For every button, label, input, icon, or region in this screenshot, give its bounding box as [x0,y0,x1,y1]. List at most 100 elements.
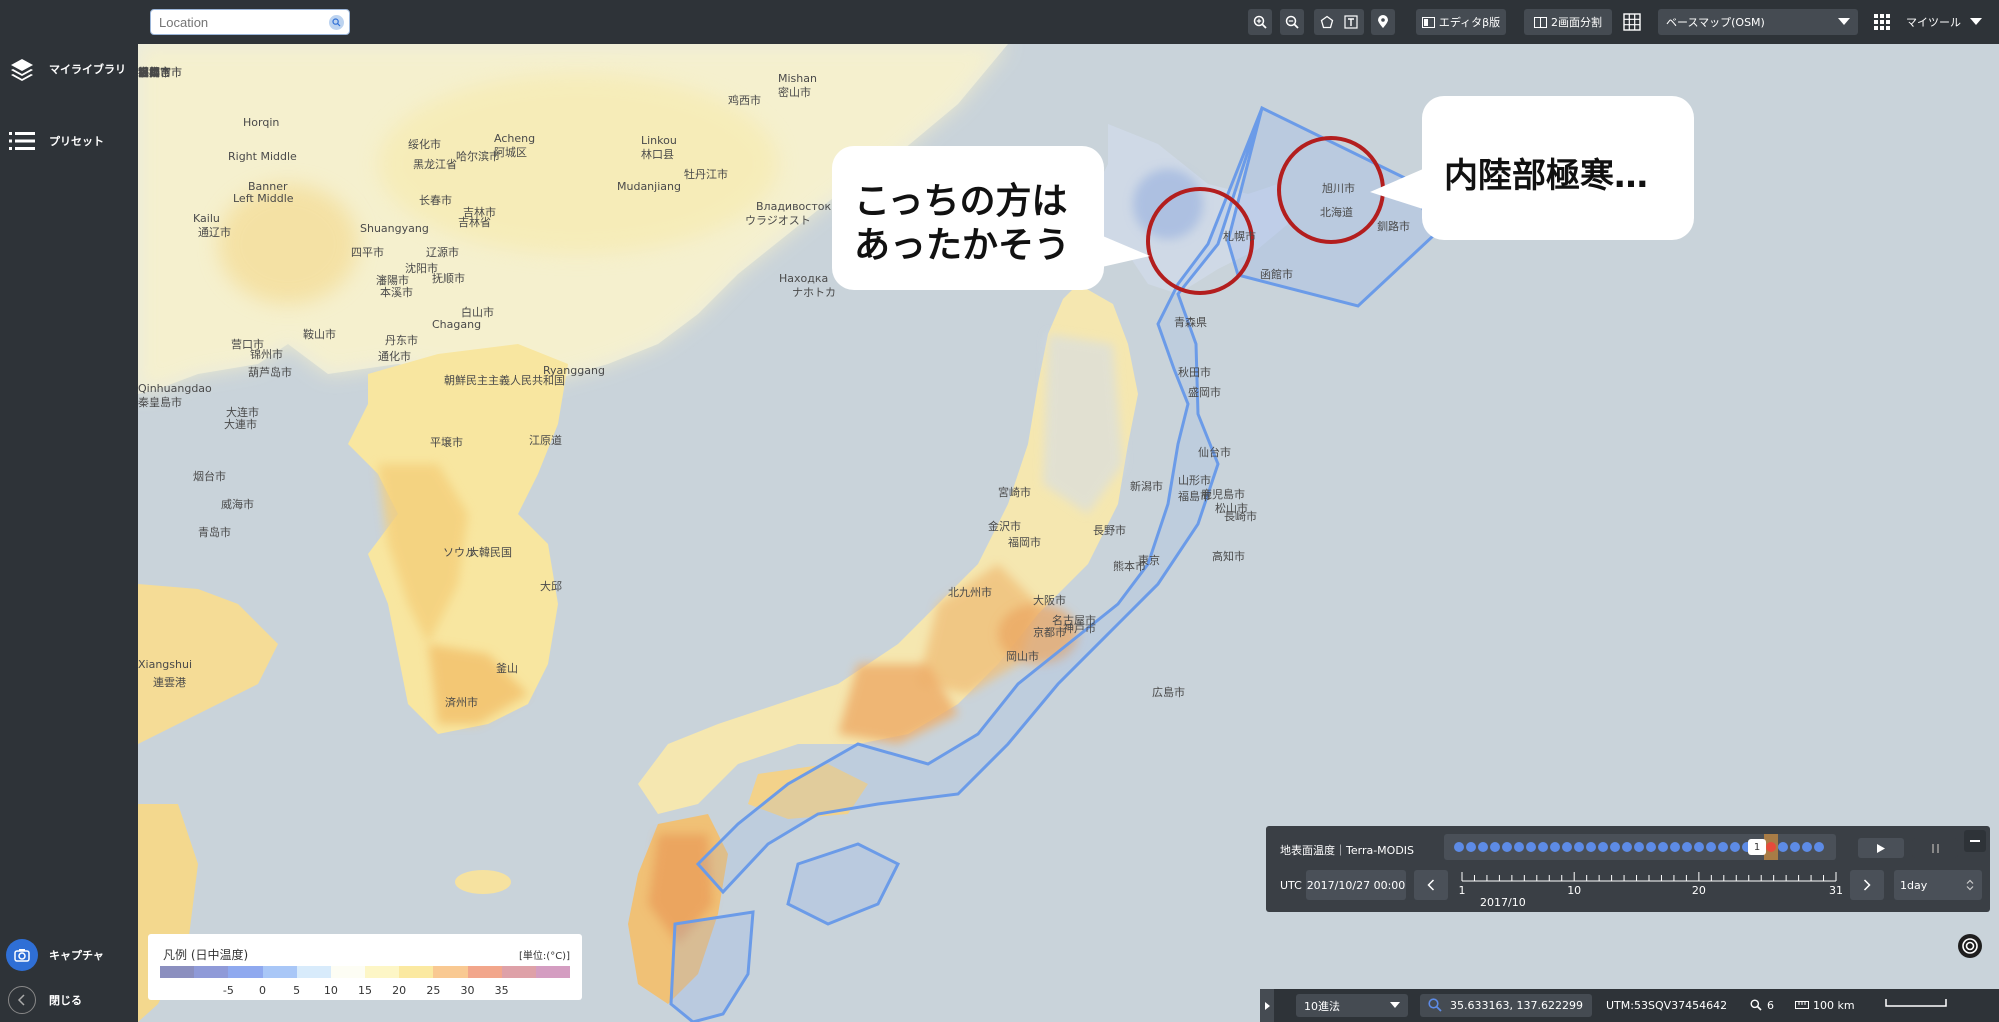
sidebar-item-preset[interactable]: プリセット [0,116,138,166]
sidebar-item-capture[interactable]: キャプチャ [0,930,138,980]
date-dot[interactable] [1682,842,1692,852]
chevron-down-icon [1838,18,1850,25]
date-dot[interactable] [1658,842,1668,852]
legend-color-swatch [399,966,434,978]
city-label: 丹东市 [385,334,418,347]
city-label: 平壌市 [430,436,463,449]
date-dot[interactable] [1646,842,1656,852]
play-button[interactable] [1858,838,1904,858]
ruler-tick-label: 10 [1567,884,1582,897]
sidebar-item-close[interactable]: 閉じる [0,975,138,1022]
next-date-button[interactable] [1850,870,1884,900]
date-dot[interactable] [1514,842,1524,852]
marker-tool-button[interactable] [1371,9,1395,35]
basemap-select[interactable]: ベースマップ(OSM) [1658,9,1858,35]
sidebar-label-my-library: マイライブラリ [49,63,126,76]
minimize-icon [1970,840,1980,842]
date-dot[interactable] [1802,842,1812,852]
date-dot-track[interactable]: 1 [1444,834,1836,860]
status-bar-toggle[interactable] [1260,989,1274,1022]
date-dot[interactable] [1538,842,1548,852]
layer-name: 地表面温度｜Terra-MODIS [1280,844,1415,857]
split-screen-button[interactable]: 2画面分割 [1524,9,1612,35]
polygon-icon [1320,15,1334,29]
layers-icon [0,47,44,91]
editor-beta-button[interactable]: エディタβ版 [1416,9,1506,35]
city-label: 威海市 [221,498,254,511]
datetime-display[interactable]: 2017/10/27 00:00 [1306,870,1406,900]
date-dot[interactable] [1526,842,1536,852]
date-dot[interactable] [1790,842,1800,852]
compass-icon[interactable] [1958,934,1982,958]
status-bar: 10進法 35.633163, 137.622299 UTM:53SQV3745… [1260,989,1999,1022]
date-dot[interactable] [1490,842,1500,852]
cold-region-callout: 内陸部極寒… [1422,96,1694,240]
cold-callout-text: 内陸部極寒… [1444,156,1648,196]
city-label: 辽源市 [426,246,459,259]
zoom-in-button[interactable] [1248,9,1272,35]
date-dot[interactable] [1634,842,1644,852]
date-dot[interactable] [1778,842,1788,852]
search-icon[interactable] [329,15,344,30]
date-dot[interactable] [1562,842,1572,852]
date-dot[interactable] [1670,842,1680,852]
date-dot[interactable] [1730,842,1740,852]
coordinate-search[interactable]: 35.633163, 137.622299 [1420,994,1592,1017]
map-pin-icon [1378,15,1388,28]
current-day-badge: 1 [1748,839,1766,855]
utm-readout: UTM:53SQV37454642 [1606,999,1728,1012]
city-label: 旭川市 [1322,182,1355,195]
legend-color-swatch [467,966,502,978]
polygon-tool-button[interactable] [1314,9,1364,35]
apps-grid-button[interactable] [1870,9,1894,35]
city-label: 熊本市 [1113,560,1146,573]
date-dot[interactable] [1550,842,1560,852]
city-label: Left Middle [233,192,294,205]
date-dot[interactable] [1454,842,1464,852]
grid-toggle-button[interactable] [1620,9,1644,35]
pause-button[interactable] [1912,838,1958,858]
date-dot[interactable] [1622,842,1632,852]
date-dot[interactable] [1694,842,1704,852]
sidebar-label-capture: キャプチャ [49,949,104,962]
date-dot[interactable] [1598,842,1608,852]
zoom-out-button[interactable] [1280,9,1304,35]
city-label: 哈尔滨市 [456,150,500,163]
city-label: Xiangshui [138,658,193,671]
sidebar-label-preset: プリセット [49,135,104,148]
my-tools-menu[interactable]: マイツール [1898,9,1990,35]
warm-callout-line2: あったかそう [854,225,1071,266]
minimize-button[interactable] [1964,830,1986,852]
time-step-select[interactable]: 1day [1894,870,1982,900]
legend-color-swatch [262,966,297,978]
sidebar-item-my-library[interactable]: マイライブラリ [0,44,138,94]
date-dot[interactable] [1610,842,1620,852]
legend-color-swatch [501,966,536,978]
date-dot[interactable] [1718,842,1728,852]
timeline-ruler[interactable]: 1 10 20 31 2017/10 [1458,872,1843,909]
sidebar: マイライブラリ プリセット キャプチャ 閉じる [0,0,138,1022]
split-screen-label: 2画面分割 [1551,16,1602,29]
date-dot[interactable] [1706,842,1716,852]
coordinate-format-select[interactable]: 10進法 [1296,994,1408,1017]
date-dot[interactable] [1574,842,1584,852]
legend-color-swatch [330,966,366,978]
date-dot[interactable] [1586,842,1596,852]
selected-date-dot[interactable] [1766,842,1776,852]
legend-tick-label: 5 [293,984,301,997]
close-button-wrap [0,978,44,1022]
location-search-input[interactable] [159,13,319,31]
legend-tick-label: 30 [460,984,475,997]
date-dot[interactable] [1814,842,1824,852]
date-dot[interactable] [1466,842,1476,852]
previous-date-button[interactable] [1414,870,1448,900]
date-dot[interactable] [1502,842,1512,852]
caret-right-icon [1264,1001,1270,1010]
city-label: 仙台市 [1198,446,1231,459]
date-dot[interactable] [1478,842,1488,852]
city-label: 长春市 [419,194,452,207]
basemap-select-value: ベースマップ(OSM) [1666,16,1765,29]
city-label: Shuangyang [360,222,429,235]
city-label: 連雲港 [153,676,186,689]
temperature-legend: 凡例 (日中温度) [単位:(°C)] -5 0 5 10 15 20 25 30 35 [148,934,582,1000]
